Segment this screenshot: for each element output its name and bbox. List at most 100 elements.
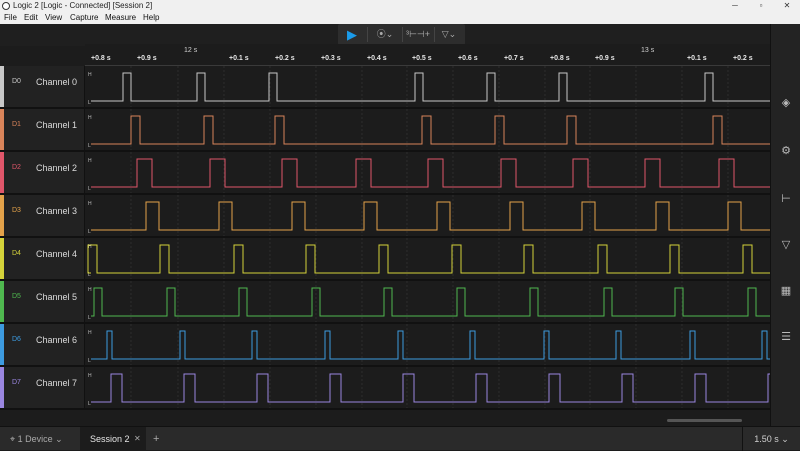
channel-color-swatch — [0, 238, 4, 279]
notes-icon[interactable]: ☰ — [779, 330, 793, 344]
channel-name: Channel 4 — [36, 249, 78, 259]
add-tab-button[interactable]: + — [153, 427, 159, 451]
channel-row[interactable]: D6 Channel 6 HL — [0, 324, 770, 367]
level-low-label: L — [88, 143, 91, 149]
level-low-label: L — [88, 186, 91, 192]
channel-row[interactable]: D3 Channel 3 HL — [0, 195, 770, 238]
channel-list: D0 Channel 0 H L D1 Channel 1 H L D2 Channel 2HLD… — [0, 66, 770, 416]
status-bar: ⌖ 1 Device ⌄ Session 2 ✕ + 1.50 s ⌄ — [0, 426, 800, 451]
channel-label[interactable]: D3 Channel 3 — [0, 195, 85, 236]
window-title: Logic 2 [Logic - Connected] [Session 2] — [13, 1, 153, 10]
channel-id: D5 — [12, 293, 21, 300]
channel-row[interactable]: D4 Channel 4 HL — [0, 238, 770, 281]
filter-icon[interactable]: ▽ — [779, 238, 793, 252]
menu-measure[interactable]: Measure — [105, 12, 136, 24]
channel-color-swatch — [0, 109, 4, 150]
ruler-seconds-label: 12 s — [184, 47, 198, 54]
ruler-tick-label: +0.7 s — [504, 55, 524, 62]
channel-waveform[interactable]: HL — [85, 281, 770, 322]
channel-label[interactable]: D2 Channel 2 — [0, 152, 85, 193]
channel-color-swatch — [0, 66, 4, 107]
channel-color-swatch — [0, 195, 4, 236]
channel-row[interactable]: D0 Channel 0 HL — [0, 66, 770, 109]
ruler-tick-label: +0.9 s — [137, 55, 157, 62]
menu-capture[interactable]: Capture — [70, 12, 98, 24]
ruler-seconds-label: 13 s — [641, 47, 655, 54]
ruler-tick-label: +0.4 s — [367, 55, 387, 62]
channel-color-swatch — [0, 152, 4, 193]
horizontal-scrollbar[interactable] — [85, 416, 770, 424]
ruler-tick-label: +0.3 s — [321, 55, 341, 62]
menu-edit[interactable]: Edit — [24, 12, 38, 24]
channel-waveform[interactable]: HL — [85, 109, 770, 150]
digital-signal-trace — [87, 244, 770, 274]
channel-waveform[interactable]: HL — [85, 66, 770, 107]
channel-id: D3 — [12, 207, 21, 214]
channel-label[interactable]: D7 Channel 7 — [0, 367, 85, 408]
zoom-level[interactable]: 1.50 s ⌄ — [742, 427, 800, 451]
time-ruler[interactable]: 12 s 13 s +0.8 s +0.9 s +0.1 s +0.2 s +0.3 s +0… — [85, 44, 770, 66]
digital-signal-trace — [91, 373, 770, 403]
close-button[interactable]: ✕ — [774, 0, 800, 12]
channel-name: Channel 3 — [36, 206, 78, 216]
device-selector[interactable]: ⌖ 1 Device ⌄ — [10, 427, 63, 451]
level-high-label: H — [88, 158, 92, 164]
ruler-tick-label: +0.2 s — [275, 55, 295, 62]
layers-icon[interactable]: ◈ — [779, 96, 793, 110]
ruler-tick-label: +0.6 s — [458, 55, 478, 62]
channel-row[interactable]: D7 Channel 7HL — [0, 367, 770, 410]
channel-waveform[interactable]: HL — [85, 195, 770, 236]
channel-waveform[interactable]: HL — [85, 324, 770, 365]
channel-waveform[interactable]: HL — [85, 152, 770, 193]
app-logo-icon — [2, 2, 10, 10]
channel-color-swatch — [0, 281, 4, 322]
right-sidebar: ◈ ⚙ ⊢ ▽ ▦ ☰ — [770, 24, 800, 426]
extensions-icon[interactable]: ▦ — [779, 284, 793, 298]
close-icon[interactable]: ✕ — [134, 427, 141, 451]
title-bar: Logic 2 [Logic - Connected] [Session 2] … — [0, 0, 800, 12]
minimize-button[interactable]: ─ — [722, 0, 748, 12]
chevron-down-icon: ⌄ — [55, 434, 63, 444]
channel-color-swatch — [0, 324, 4, 365]
menu-help[interactable]: Help — [143, 12, 159, 24]
channel-label[interactable]: D4 Channel 4 — [0, 238, 85, 279]
channel-name: Channel 6 — [36, 335, 78, 345]
channel-name: Channel 0 — [36, 77, 78, 87]
digital-signal-trace — [91, 72, 770, 102]
channel-waveform[interactable]: HL — [85, 238, 770, 279]
level-low-label: L — [88, 229, 91, 235]
toolbar-divider — [367, 27, 368, 42]
channel-row[interactable]: D5 Channel 5 HL — [0, 281, 770, 324]
channel-id: D0 — [12, 78, 21, 85]
channel-id: D6 — [12, 336, 21, 343]
menu-view[interactable]: View — [45, 12, 62, 24]
trigger-icon[interactable]: ⦿⌄ — [370, 24, 400, 45]
measure-icon[interactable]: ³⊢⊣+ — [404, 24, 432, 45]
channel-id: D1 — [12, 121, 21, 128]
ruler-tick-label: +0.1 s — [229, 55, 249, 62]
channel-color-swatch — [0, 367, 4, 408]
channel-waveform[interactable]: HL — [85, 367, 770, 408]
level-high-label: H — [88, 287, 92, 293]
channel-id: D4 — [12, 250, 21, 257]
level-low-label: L — [88, 401, 91, 407]
scrollbar-thumb[interactable] — [667, 419, 742, 422]
maximize-button[interactable]: ▫ — [748, 0, 774, 12]
filter-icon[interactable]: ▽⌄ — [436, 24, 462, 45]
channel-row[interactable]: D1 Channel 1HL — [0, 109, 770, 152]
level-high-label: H — [88, 373, 92, 379]
measure-icon[interactable]: ⊢ — [779, 192, 793, 206]
channel-label[interactable]: D1 Channel 1 — [0, 109, 85, 150]
play-icon[interactable]: ▶ — [341, 24, 363, 45]
analyzer-icon[interactable]: ⚙ — [779, 144, 793, 158]
menu-file[interactable]: File — [4, 12, 17, 24]
channel-label[interactable]: D6 Channel 6 — [0, 324, 85, 365]
channel-label[interactable]: D0 Channel 0 — [0, 66, 85, 107]
channel-label[interactable]: D5 Channel 5 — [0, 281, 85, 322]
level-high-label: H — [88, 115, 92, 121]
device-label: 1 Device — [17, 434, 53, 444]
channel-row[interactable]: D2 Channel 2HL — [0, 152, 770, 195]
session-label: Session 2 — [90, 434, 130, 444]
device-icon: ⌖ — [10, 434, 18, 444]
channel-name: Channel 5 — [36, 292, 78, 302]
